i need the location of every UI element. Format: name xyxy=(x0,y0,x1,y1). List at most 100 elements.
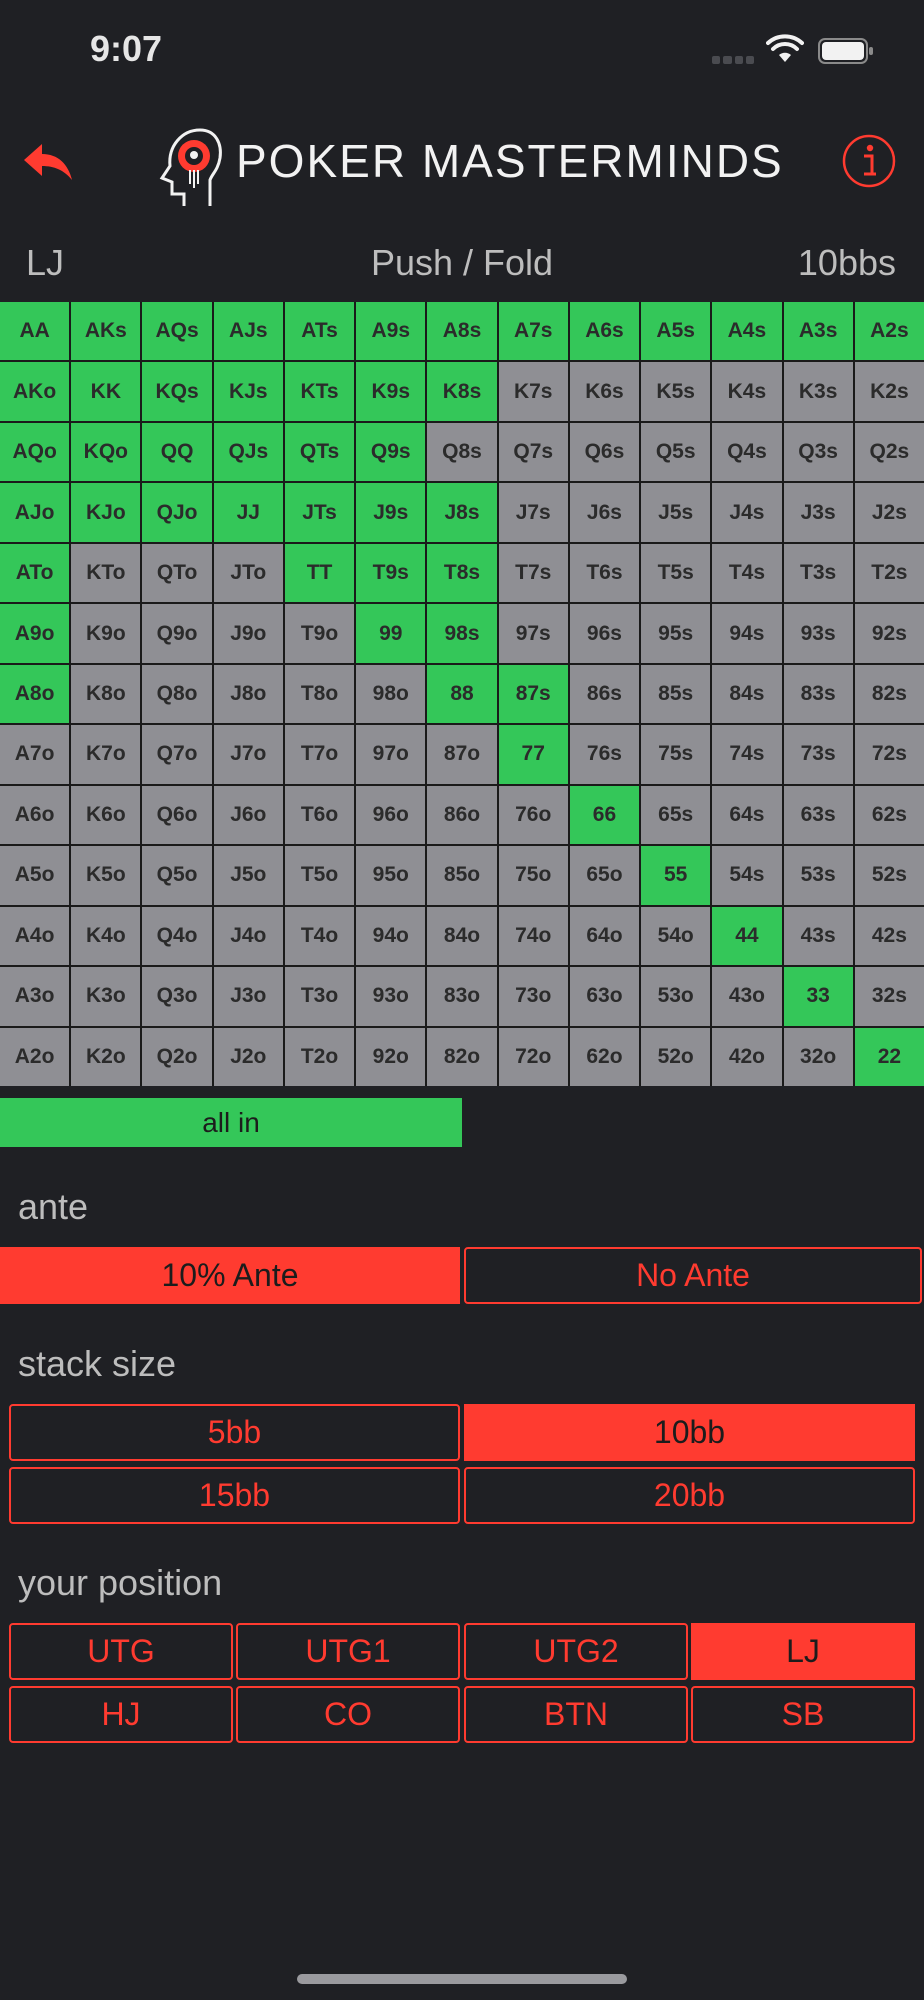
hand-cell[interactable]: KJs xyxy=(213,362,283,421)
hand-cell[interactable]: 43s xyxy=(783,906,853,966)
hand-cell[interactable]: 94s xyxy=(712,604,782,663)
hand-cell[interactable]: Q3s xyxy=(783,422,853,482)
hand-cell[interactable]: 77 xyxy=(498,725,568,784)
hand-cell[interactable]: 32s xyxy=(854,967,924,1026)
position-option-lj[interactable]: LJ xyxy=(691,1623,915,1680)
hand-cell[interactable]: 82s xyxy=(854,664,924,724)
hand-cell[interactable]: K8o xyxy=(71,664,141,724)
hand-cell[interactable]: Q5s xyxy=(641,422,711,482)
hand-cell[interactable]: T7o xyxy=(284,725,355,784)
hand-cell[interactable]: 76s xyxy=(569,725,640,784)
hand-cell[interactable]: T2s xyxy=(854,543,924,603)
ante-option-none[interactable]: No Ante xyxy=(464,1247,922,1304)
hand-cell[interactable]: KQo xyxy=(71,422,141,482)
hand-cell[interactable]: J3o xyxy=(213,967,283,1026)
hand-cell[interactable]: 62o xyxy=(569,1027,640,1086)
hand-cell[interactable]: ATo xyxy=(0,543,70,603)
hand-cell[interactable]: 65s xyxy=(641,785,711,845)
stack-option-20bb[interactable]: 20bb xyxy=(464,1467,915,1524)
hand-cell[interactable]: Q5o xyxy=(142,846,212,905)
hand-cell[interactable]: J8s xyxy=(427,483,497,542)
hand-cell[interactable]: QQ xyxy=(142,422,212,482)
hand-cell[interactable]: T9o xyxy=(284,604,355,663)
hand-cell[interactable]: A8o xyxy=(0,664,70,724)
hand-cell[interactable]: 87o xyxy=(427,725,497,784)
stack-option-15bb[interactable]: 15bb xyxy=(9,1467,460,1524)
hand-cell[interactable]: J3s xyxy=(783,483,853,542)
hand-cell[interactable]: 43o xyxy=(712,967,782,1026)
hand-cell[interactable]: 73o xyxy=(498,967,568,1026)
hand-cell[interactable]: T6o xyxy=(284,785,355,845)
hand-cell[interactable]: 92s xyxy=(854,604,924,663)
hand-cell[interactable]: 55 xyxy=(641,846,711,905)
hand-cell[interactable]: 86s xyxy=(569,664,640,724)
hand-cell[interactable]: A4o xyxy=(0,906,70,966)
hand-cell[interactable]: 52s xyxy=(854,846,924,905)
hand-cell[interactable]: 86o xyxy=(427,785,497,845)
hand-cell[interactable]: K3o xyxy=(71,967,141,1026)
hand-cell[interactable]: T8s xyxy=(427,543,497,603)
hand-cell[interactable]: J6o xyxy=(213,785,283,845)
hand-cell[interactable]: 52o xyxy=(641,1027,711,1086)
ante-option-10pct[interactable]: 10% Ante xyxy=(0,1247,460,1304)
hand-cell[interactable]: A5o xyxy=(0,846,70,905)
hand-cell[interactable]: 99 xyxy=(356,604,426,663)
hand-cell[interactable]: 22 xyxy=(854,1027,924,1086)
hand-cell[interactable]: Q7s xyxy=(498,422,568,482)
position-option-sb[interactable]: SB xyxy=(691,1686,915,1743)
hand-cell[interactable]: K4o xyxy=(71,906,141,966)
hand-cell[interactable]: J7o xyxy=(213,725,283,784)
hand-cell[interactable]: 72s xyxy=(854,725,924,784)
hand-cell[interactable]: J4s xyxy=(712,483,782,542)
hand-cell[interactable]: 66 xyxy=(569,785,640,845)
hand-cell[interactable]: 98s xyxy=(427,604,497,663)
hand-cell[interactable]: 72o xyxy=(498,1027,568,1086)
position-option-btn[interactable]: BTN xyxy=(464,1686,688,1743)
hand-cell[interactable]: 87s xyxy=(498,664,568,724)
position-option-co[interactable]: CO xyxy=(236,1686,460,1743)
hand-cell[interactable]: 83o xyxy=(427,967,497,1026)
hand-cell[interactable]: Q8s xyxy=(427,422,497,482)
hand-cell[interactable]: A2s xyxy=(854,302,924,361)
hand-cell[interactable]: A5s xyxy=(641,302,711,361)
hand-cell[interactable]: 53o xyxy=(641,967,711,1026)
hand-cell[interactable]: A3o xyxy=(0,967,70,1026)
hand-cell[interactable]: KTs xyxy=(284,362,355,421)
hand-cell[interactable]: K5s xyxy=(641,362,711,421)
hand-cell[interactable]: AJo xyxy=(0,483,70,542)
stack-option-10bb[interactable]: 10bb xyxy=(464,1404,915,1461)
hand-cell[interactable]: T2o xyxy=(284,1027,355,1086)
hand-cell[interactable]: ATs xyxy=(284,302,355,361)
hand-cell[interactable]: A8s xyxy=(427,302,497,361)
hand-cell[interactable]: 92o xyxy=(356,1027,426,1086)
hand-cell[interactable]: 93s xyxy=(783,604,853,663)
hand-cell[interactable]: 82o xyxy=(427,1027,497,1086)
hand-cell[interactable]: 74s xyxy=(712,725,782,784)
hand-cell[interactable]: A4s xyxy=(712,302,782,361)
hand-cell[interactable]: J2o xyxy=(213,1027,283,1086)
hand-cell[interactable]: 75o xyxy=(498,846,568,905)
hand-cell[interactable]: Q2o xyxy=(142,1027,212,1086)
hand-cell[interactable]: JJ xyxy=(213,483,283,542)
hand-cell[interactable]: TT xyxy=(284,543,355,603)
hand-cell[interactable]: QJs xyxy=(213,422,283,482)
hand-cell[interactable]: 96s xyxy=(569,604,640,663)
hand-cell[interactable]: Q9s xyxy=(356,422,426,482)
hand-cell[interactable]: KTo xyxy=(71,543,141,603)
hand-cell[interactable]: KK xyxy=(71,362,141,421)
hand-cell[interactable]: 62s xyxy=(854,785,924,845)
hand-cell[interactable]: 73s xyxy=(783,725,853,784)
hand-cell[interactable]: 32o xyxy=(783,1027,853,1086)
hand-cell[interactable]: 44 xyxy=(712,906,782,966)
hand-cell[interactable]: T7s xyxy=(498,543,568,603)
hand-cell[interactable]: QTo xyxy=(142,543,212,603)
hand-cell[interactable]: JTs xyxy=(284,483,355,542)
hand-cell[interactable]: 76o xyxy=(498,785,568,845)
hand-cell[interactable]: AQo xyxy=(0,422,70,482)
hand-cell[interactable]: KJo xyxy=(71,483,141,542)
hand-cell[interactable]: T9s xyxy=(356,543,426,603)
hand-cell[interactable]: Q9o xyxy=(142,604,212,663)
hand-cell[interactable]: J7s xyxy=(498,483,568,542)
hand-cell[interactable]: K9s xyxy=(356,362,426,421)
hand-cell[interactable]: K3s xyxy=(783,362,853,421)
